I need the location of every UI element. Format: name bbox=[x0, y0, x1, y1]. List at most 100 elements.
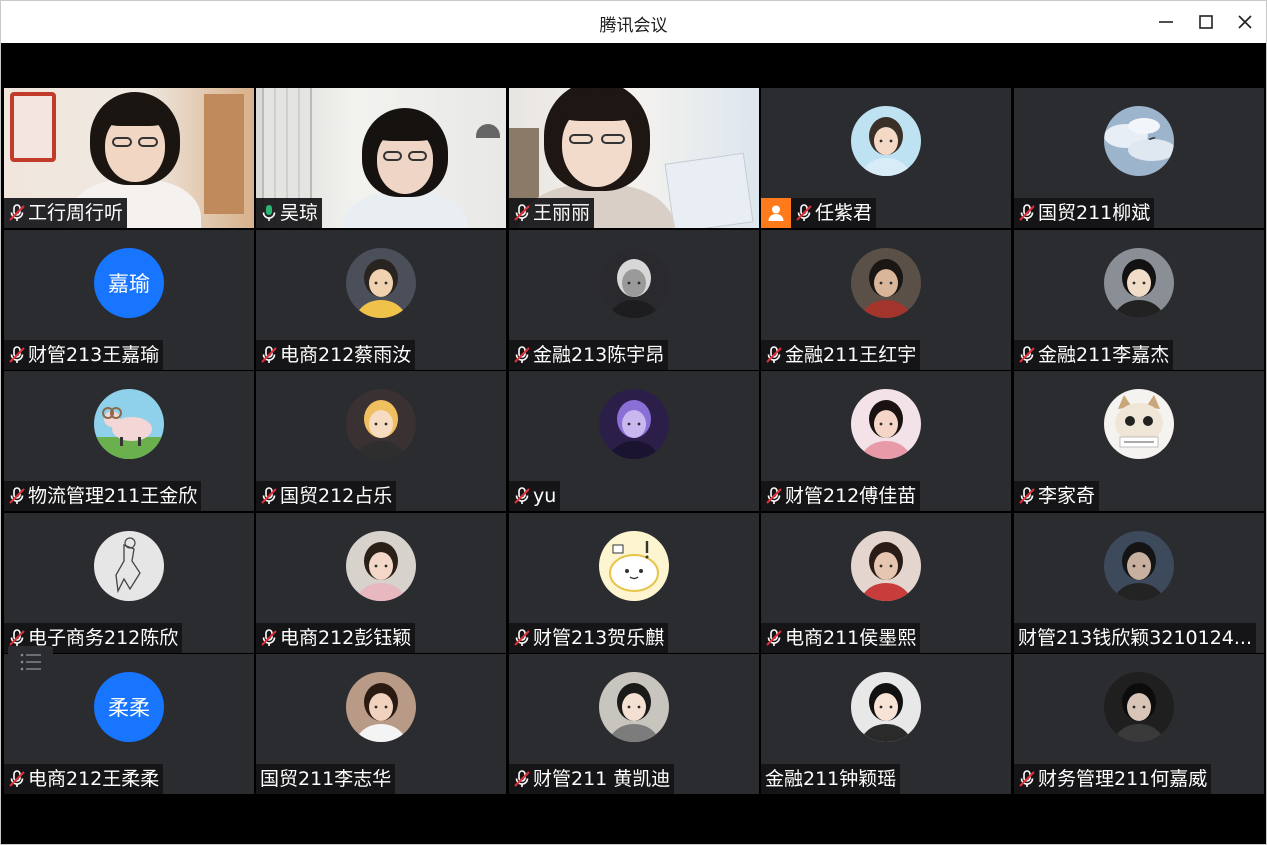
minimize-button[interactable] bbox=[1153, 9, 1179, 35]
mic-muted-indicator bbox=[1018, 203, 1036, 223]
member-list-button[interactable] bbox=[8, 646, 53, 678]
participant-tile[interactable]: 财管213贺乐麒 bbox=[509, 513, 759, 653]
participant-grid: 工行周行听 吴琼 王丽丽 任紫君 国贸211柳斌 嘉瑜 财管213王嘉瑜 电商212蔡雨汝 金融… bbox=[4, 88, 1264, 796]
participant-name: 财管213王嘉瑜 bbox=[28, 344, 160, 366]
participant-name: 电商212蔡雨汝 bbox=[280, 344, 412, 366]
close-button[interactable] bbox=[1232, 9, 1258, 35]
avatar bbox=[599, 248, 669, 318]
participant-tile[interactable]: 物流管理211王金欣 bbox=[4, 371, 254, 511]
participant-tile[interactable]: 金融213陈宇昂 bbox=[509, 230, 759, 370]
name-label-bar: 财管212傅佳苗 bbox=[761, 481, 921, 511]
mic-muted-indicator bbox=[260, 628, 278, 648]
host-person-icon bbox=[768, 205, 784, 221]
title-bar[interactable]: 腾讯会议 bbox=[1, 1, 1266, 43]
mic-muted-icon bbox=[261, 487, 277, 504]
mic-muted-indicator bbox=[8, 203, 26, 223]
name-label-bar: 物流管理211王金欣 bbox=[4, 481, 202, 511]
window-title: 腾讯会议 bbox=[599, 16, 668, 36]
mic-muted-indicator bbox=[795, 203, 813, 223]
participant-name: 王丽丽 bbox=[533, 202, 591, 224]
avatar bbox=[346, 389, 416, 459]
participant-tile[interactable]: 工行周行听 bbox=[4, 88, 254, 228]
participant-name: 物流管理211王金欣 bbox=[28, 485, 198, 507]
avatar bbox=[599, 672, 669, 742]
participant-tile[interactable]: 财管212傅佳苗 bbox=[761, 371, 1011, 511]
avatar bbox=[1104, 531, 1174, 601]
name-label-bar: 王丽丽 bbox=[509, 198, 595, 228]
name-label-bar: 国贸211柳斌 bbox=[1014, 198, 1155, 228]
participant-tile[interactable]: 电商212彭钰颖 bbox=[256, 513, 506, 653]
name-label-bar: 金融211钟颖瑶 bbox=[761, 764, 901, 794]
participant-name: 财管211 黄凯迪 bbox=[533, 768, 671, 790]
mic-on-indicator bbox=[260, 203, 278, 223]
participant-tile[interactable]: 财管213钱欣颖3210124... bbox=[1014, 513, 1264, 653]
participant-name: 电商212彭钰颖 bbox=[280, 627, 412, 649]
participant-name: 国贸212占乐 bbox=[280, 485, 393, 507]
avatar bbox=[599, 531, 669, 601]
participant-tile[interactable]: 国贸211柳斌 bbox=[1014, 88, 1264, 228]
mic-muted-indicator bbox=[260, 345, 278, 365]
maximize-button[interactable] bbox=[1193, 9, 1219, 35]
mic-muted-indicator bbox=[8, 769, 26, 789]
name-label-bar: 工行周行听 bbox=[4, 198, 128, 228]
name-label-bar: 电商212蔡雨汝 bbox=[256, 340, 416, 370]
participant-name: 金融211钟颖瑶 bbox=[765, 768, 897, 790]
avatar bbox=[1104, 672, 1174, 742]
participant-tile[interactable]: 金融211王红宇 bbox=[761, 230, 1011, 370]
participant-tile[interactable]: 电子商务212陈欣 bbox=[4, 513, 254, 653]
avatar bbox=[1104, 389, 1174, 459]
name-label-bar: 电商212彭钰颖 bbox=[256, 623, 416, 653]
participant-tile[interactable]: 李家奇 bbox=[1014, 371, 1264, 511]
name-label-bar: 吴琼 bbox=[256, 198, 323, 228]
member-list-icon bbox=[20, 653, 41, 671]
mic-muted-indicator bbox=[8, 628, 26, 648]
mic-muted-indicator bbox=[513, 628, 531, 648]
name-label-bar: 电商212王柔柔 bbox=[4, 764, 164, 794]
mic-muted-icon bbox=[1019, 770, 1035, 787]
mic-muted-icon bbox=[514, 770, 530, 787]
participant-name: 任紫君 bbox=[815, 202, 873, 224]
mic-muted-indicator bbox=[765, 628, 783, 648]
avatar bbox=[94, 389, 164, 459]
participant-tile[interactable]: 吴琼 bbox=[256, 88, 506, 228]
maximize-icon bbox=[1199, 15, 1213, 29]
participant-tile[interactable]: 电商211侯墨熙 bbox=[761, 513, 1011, 653]
participant-tile[interactable]: 国贸212占乐 bbox=[256, 371, 506, 511]
participant-tile[interactable]: 财务管理211何嘉威 bbox=[1014, 654, 1264, 794]
participant-name: 国贸211柳斌 bbox=[1038, 202, 1151, 224]
name-label-bar: 财管213钱欣颖3210124... bbox=[1014, 623, 1257, 653]
name-label-bar: yu bbox=[509, 481, 561, 511]
participant-tile[interactable]: 电商212蔡雨汝 bbox=[256, 230, 506, 370]
participant-tile[interactable]: 金融211李嘉杰 bbox=[1014, 230, 1264, 370]
avatar bbox=[599, 389, 669, 459]
mic-muted-icon bbox=[766, 487, 782, 504]
mic-muted-indicator bbox=[260, 486, 278, 506]
avatar-initials: 柔柔 bbox=[94, 672, 164, 742]
name-label-bar: 任紫君 bbox=[761, 198, 877, 228]
name-label-bar: 国贸211李志华 bbox=[256, 764, 396, 794]
participant-name: 财管213钱欣颖3210124... bbox=[1018, 627, 1253, 649]
participant-tile[interactable]: 任紫君 bbox=[761, 88, 1011, 228]
avatar bbox=[1104, 106, 1174, 176]
participant-tile[interactable]: yu bbox=[509, 371, 759, 511]
mic-muted-icon bbox=[514, 487, 530, 504]
mic-muted-indicator bbox=[1018, 486, 1036, 506]
participant-name: 工行周行听 bbox=[28, 202, 124, 224]
mic-muted-indicator bbox=[513, 345, 531, 365]
name-label-bar: 金融213陈宇昂 bbox=[509, 340, 669, 370]
participant-tile[interactable]: 嘉瑜 财管213王嘉瑜 bbox=[4, 230, 254, 370]
mic-muted-indicator bbox=[8, 486, 26, 506]
participant-tile[interactable]: 国贸211李志华 bbox=[256, 654, 506, 794]
participant-tile[interactable]: 王丽丽 bbox=[509, 88, 759, 228]
mic-muted-indicator bbox=[513, 769, 531, 789]
mic-muted-icon bbox=[1019, 346, 1035, 363]
mic-muted-icon bbox=[261, 629, 277, 646]
participant-name: 财务管理211何嘉威 bbox=[1038, 768, 1208, 790]
participant-name: 财管213贺乐麒 bbox=[533, 627, 665, 649]
participant-name: 李家奇 bbox=[1038, 485, 1096, 507]
avatar bbox=[346, 672, 416, 742]
participant-tile[interactable]: 金融211钟颖瑶 bbox=[761, 654, 1011, 794]
participant-tile[interactable]: 财管211 黄凯迪 bbox=[509, 654, 759, 794]
avatar bbox=[851, 672, 921, 742]
mic-muted-icon bbox=[9, 346, 25, 363]
